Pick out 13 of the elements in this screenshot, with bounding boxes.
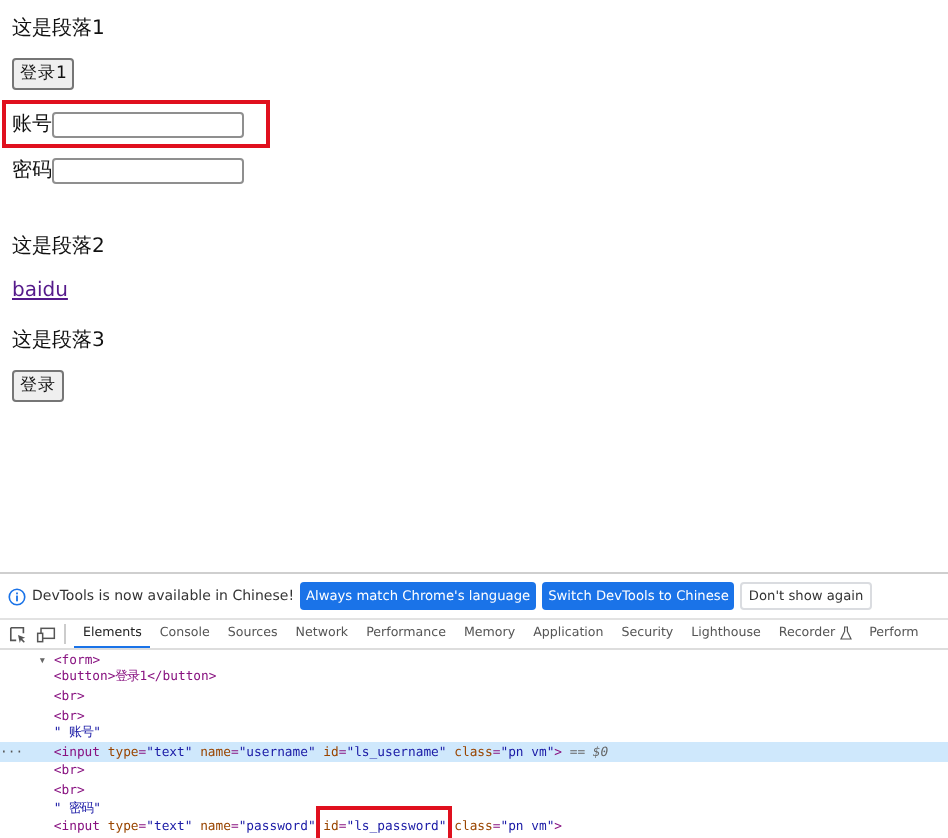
login-button[interactable]: 登录	[12, 370, 64, 402]
paragraph: 这是段落2	[12, 233, 105, 260]
field-label: 密码	[12, 157, 52, 184]
device-icon[interactable]	[36, 625, 56, 643]
paragraph: 这是段落3	[12, 327, 105, 354]
inspect-icon[interactable]	[8, 625, 28, 643]
paragraph: 这是段落1	[12, 15, 105, 42]
input-field[interactable]	[52, 157, 244, 183]
info-icon	[8, 587, 26, 605]
field-label: 账号	[12, 111, 52, 138]
input-field[interactable]	[52, 111, 244, 137]
link[interactable]: baidu	[12, 280, 68, 302]
login-button[interactable]: 登录1	[12, 58, 75, 90]
